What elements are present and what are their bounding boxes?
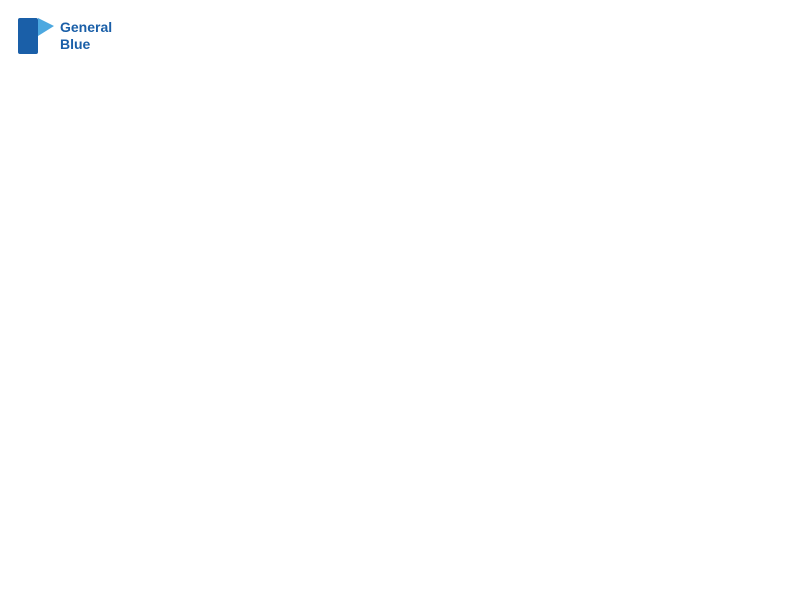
logo-svg (16, 16, 56, 56)
logo: General Blue (16, 16, 112, 56)
logo-line1: General (60, 19, 112, 36)
page-header: General Blue (16, 16, 776, 56)
logo-line2: Blue (60, 36, 112, 53)
